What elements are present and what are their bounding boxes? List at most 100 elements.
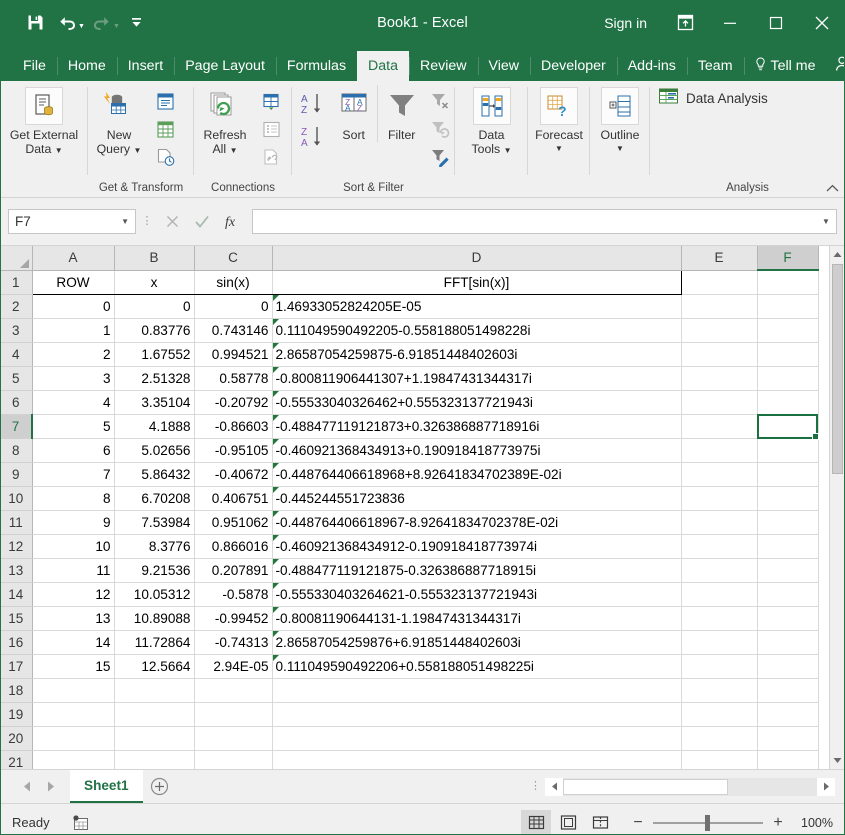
cell-d5[interactable]: -0.800811906441307+1.19847431344317i [272, 366, 682, 391]
cell-f15[interactable] [757, 606, 819, 631]
cell-a19[interactable] [32, 702, 115, 727]
refresh-all-button[interactable]: Refresh All ▼ [194, 85, 256, 158]
cell-b19[interactable] [114, 702, 195, 727]
properties-icon[interactable] [256, 116, 286, 143]
cell-a20[interactable] [32, 726, 115, 751]
row-header-19[interactable]: 19 [0, 702, 33, 727]
new-query-button[interactable]: New Query ▼ [88, 85, 150, 158]
cell-a11[interactable]: 9 [32, 510, 115, 535]
cell-c16[interactable]: -0.74313 [194, 630, 273, 655]
connections-icon[interactable] [256, 88, 286, 115]
cell-e4[interactable] [681, 342, 758, 367]
cell-c4[interactable]: 0.994521 [194, 342, 273, 367]
horizontal-scroll-thumb[interactable] [563, 778, 728, 795]
name-box-dropdown-icon[interactable]: ▼ [121, 217, 129, 226]
cell-e9[interactable] [681, 462, 758, 487]
cell-c13[interactable]: 0.207891 [194, 558, 273, 583]
cell-e3[interactable] [681, 318, 758, 343]
cell-d1[interactable]: FFT[sin(x)] [272, 269, 682, 295]
ribbon-tab-review[interactable]: Review [409, 51, 478, 81]
cell-f2[interactable] [757, 294, 819, 319]
cell-a12[interactable]: 10 [32, 534, 115, 559]
cell-d16[interactable]: 2.86587054259876+6.91851448402603i [272, 630, 682, 655]
cell-c19[interactable] [194, 702, 273, 727]
cell-f16[interactable] [757, 630, 819, 655]
filter-button[interactable]: Filter [377, 85, 425, 142]
column-header-e[interactable]: E [681, 246, 758, 271]
cell-e15[interactable] [681, 606, 758, 631]
row-header-7[interactable]: 7 [0, 414, 33, 439]
cell-d15[interactable]: -0.80081190644131-1.19847431344317i [272, 606, 682, 631]
column-header-b[interactable]: B [114, 246, 195, 271]
cell-c6[interactable]: -0.20792 [194, 390, 273, 415]
row-header-2[interactable]: 2 [0, 294, 33, 319]
cell-e12[interactable] [681, 534, 758, 559]
cell-b8[interactable]: 5.02656 [114, 438, 195, 463]
cell-b13[interactable]: 9.21536 [114, 558, 195, 583]
page-layout-view-icon[interactable] [553, 810, 583, 835]
row-header-1[interactable]: 1 [0, 270, 33, 295]
horizontal-scrollbar[interactable] [545, 777, 835, 796]
cell-e13[interactable] [681, 558, 758, 583]
cell-d11[interactable]: -0.448764406618967-8.92641834702378E-02i [272, 510, 682, 535]
cell-c2[interactable]: 0 [194, 294, 273, 319]
cell-e16[interactable] [681, 630, 758, 655]
zoom-out-button[interactable]: − [631, 814, 645, 832]
cell-a16[interactable]: 14 [32, 630, 115, 655]
cell-b3[interactable]: 0.83776 [114, 318, 195, 343]
reapply-filter-icon[interactable] [425, 116, 455, 143]
cell-e1[interactable] [681, 270, 758, 295]
ribbon-tab-team[interactable]: Team [686, 51, 744, 81]
cell-d10[interactable]: -0.445244551723836 [272, 486, 682, 511]
normal-view-icon[interactable] [521, 809, 551, 835]
cell-a14[interactable]: 12 [32, 582, 115, 607]
worksheet-grid[interactable]: A B C D E F 1 ROW x sin(x) FFT[sin(x)] 2 [0, 246, 845, 769]
row-header-8[interactable]: 8 [0, 438, 33, 463]
clear-filter-icon[interactable] [425, 88, 455, 115]
zoom-slider[interactable] [653, 814, 763, 831]
data-analysis-button[interactable]: Data Analysis [658, 87, 768, 110]
data-tools-button[interactable]: Data Tools ▼ [460, 85, 524, 158]
cell-d20[interactable] [272, 726, 682, 751]
sort-ascending-icon[interactable]: AZ [296, 88, 330, 120]
cell-d3[interactable]: 0.111049590492205-0.558188051498228i [272, 318, 682, 343]
cell-f5[interactable] [757, 366, 819, 391]
cell-f11[interactable] [757, 510, 819, 535]
cell-a1[interactable]: ROW [31, 269, 115, 295]
add-sheet-icon[interactable] [143, 777, 177, 796]
previous-sheet-icon[interactable] [16, 776, 38, 798]
cell-c21[interactable] [194, 750, 273, 769]
row-header-12[interactable]: 12 [0, 534, 33, 559]
collapse-ribbon-icon[interactable] [826, 182, 839, 196]
cell-f6[interactable] [757, 390, 819, 415]
cell-f1[interactable] [757, 270, 819, 295]
ribbon-tab-file[interactable]: File [12, 51, 57, 81]
ribbon-tab-page-layout[interactable]: Page Layout [174, 51, 276, 81]
cell-b15[interactable]: 10.89088 [114, 606, 195, 631]
cell-b18[interactable] [114, 678, 195, 703]
scroll-left-icon[interactable] [545, 777, 563, 796]
cell-b5[interactable]: 2.51328 [114, 366, 195, 391]
cell-b20[interactable] [114, 726, 195, 751]
cell-e19[interactable] [681, 702, 758, 727]
cell-c8[interactable]: -0.95105 [194, 438, 273, 463]
cell-d17[interactable]: 0.111049590492206+0.558188051498225i [272, 654, 682, 679]
cell-e6[interactable] [681, 390, 758, 415]
vertical-scrollbar[interactable] [829, 246, 845, 769]
expand-formula-bar-icon[interactable]: ▼ [818, 210, 834, 233]
zoom-slider-knob[interactable] [705, 814, 710, 831]
ribbon-tab-formulas[interactable]: Formulas [275, 51, 357, 81]
cell-c14[interactable]: -0.5878 [194, 582, 273, 607]
ribbon-tab-data[interactable]: Data [357, 51, 410, 81]
cell-f19[interactable] [757, 702, 819, 727]
cell-d6[interactable]: -0.55533040326462+0.555323137721943i [272, 390, 682, 415]
cell-c20[interactable] [194, 726, 273, 751]
cell-a18[interactable] [32, 678, 115, 703]
cell-f20[interactable] [757, 726, 819, 751]
cell-b9[interactable]: 5.86432 [114, 462, 195, 487]
row-header-11[interactable]: 11 [0, 510, 33, 535]
cell-d4[interactable]: 2.86587054259875-6.91851448402603i [272, 342, 682, 367]
share-person-icon[interactable] [826, 49, 845, 79]
row-header-9[interactable]: 9 [0, 462, 33, 487]
cell-f10[interactable] [757, 486, 819, 511]
